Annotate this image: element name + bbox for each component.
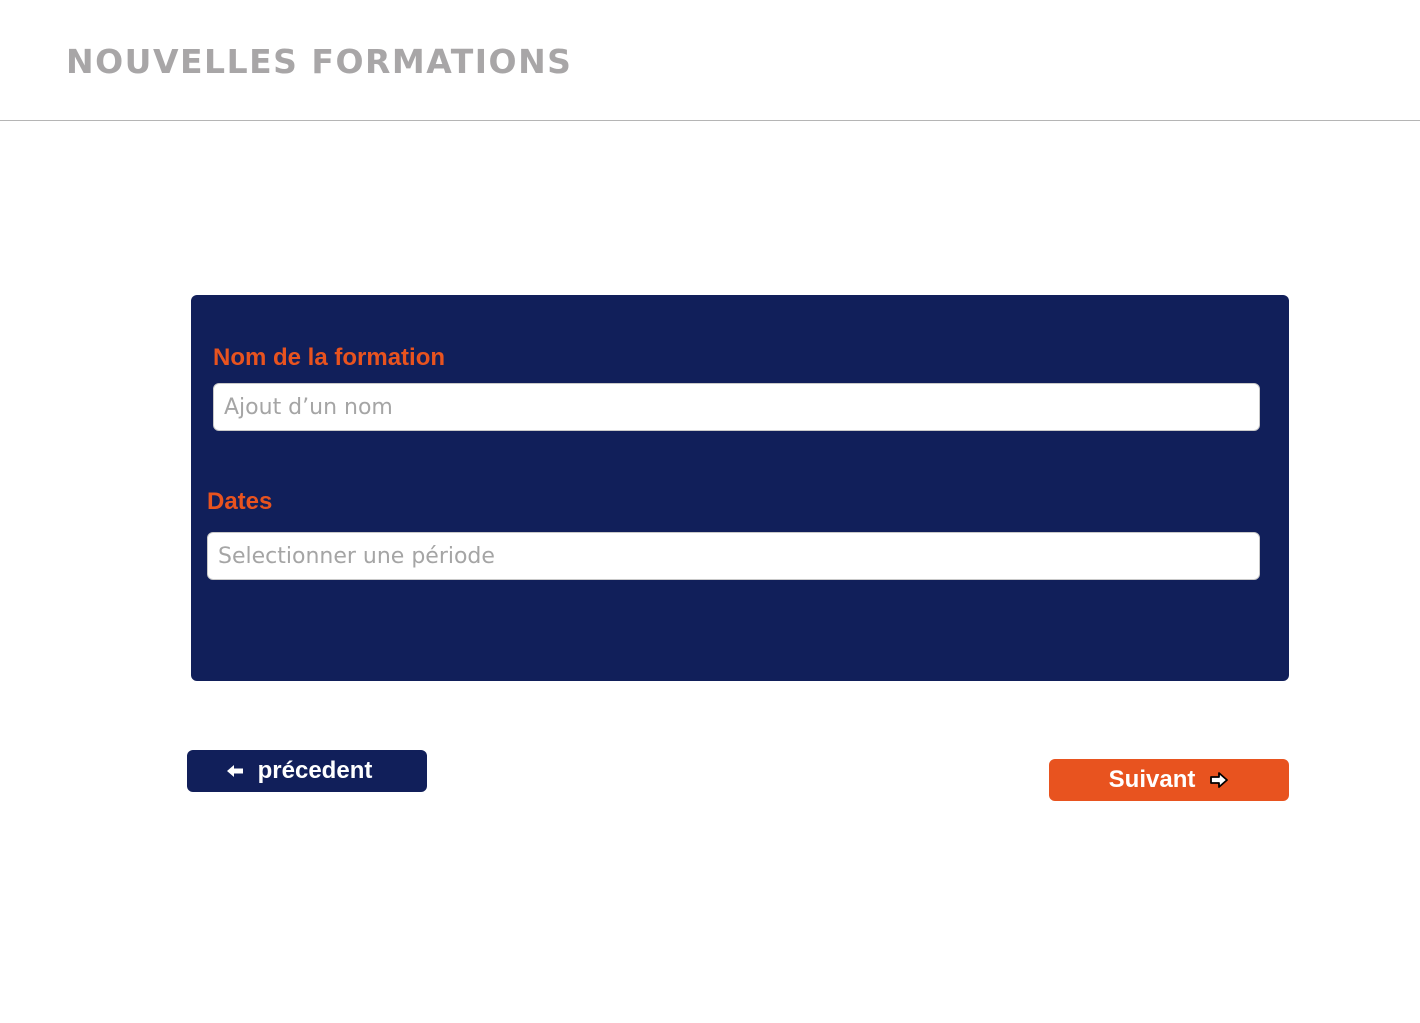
next-button[interactable]: Suivant <box>1049 759 1289 801</box>
arrow-left-icon <box>226 764 244 778</box>
training-name-input[interactable] <box>213 383 1260 431</box>
previous-button[interactable]: précedent <box>187 750 427 792</box>
previous-button-label: précedent <box>257 757 373 784</box>
arrow-right-icon <box>1209 771 1229 789</box>
dates-field-label: Dates <box>207 488 273 515</box>
next-button-label: Suivant <box>1108 766 1196 793</box>
header-divider <box>0 120 1420 121</box>
form-card: Nom de la formation Dates <box>191 295 1289 681</box>
page-title: NOUVELLES FORMATIONS <box>66 42 573 81</box>
date-range-input[interactable] <box>207 532 1260 580</box>
name-field-label: Nom de la formation <box>213 344 446 371</box>
page: NOUVELLES FORMATIONS Nom de la formation… <box>0 0 1420 1023</box>
